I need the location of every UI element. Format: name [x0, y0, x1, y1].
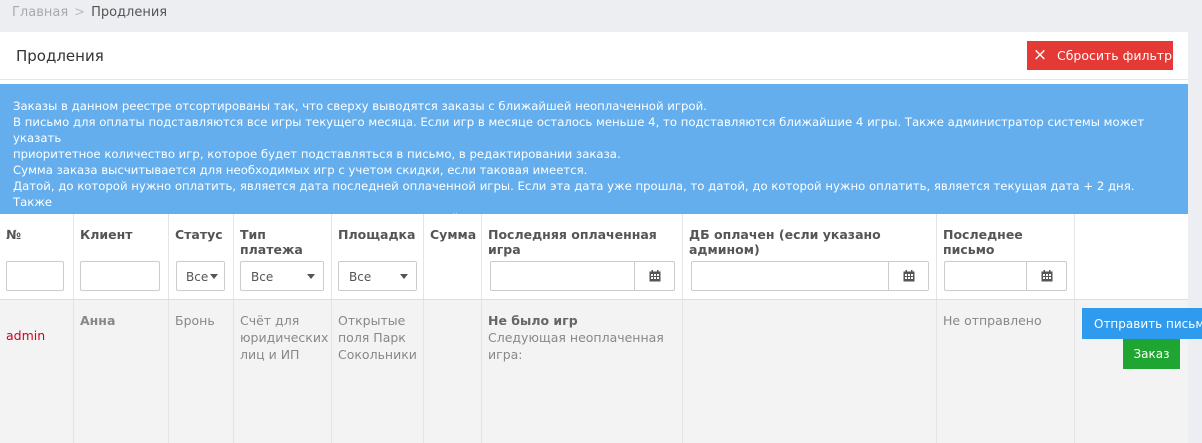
filter-cell-last-paid — [482, 253, 683, 299]
content-card: Продления × Сбросить фильтр Заказы в дан… — [0, 32, 1188, 443]
cell-sum — [424, 300, 482, 443]
info-panel: Заказы в данном реестре отсортированы та… — [0, 84, 1188, 225]
close-icon: × — [1032, 45, 1048, 65]
filter-cell-actions — [1075, 253, 1188, 299]
client-filter-input[interactable] — [80, 261, 160, 291]
info-line: приоритетное количество игр, которое буд… — [13, 147, 621, 161]
cell-last-letter: Не отправлено — [937, 300, 1075, 443]
filter-cell-db-paid — [683, 253, 937, 299]
card-header: Продления × Сбросить фильтр — [0, 32, 1188, 80]
db-paid-date-input[interactable] — [691, 261, 929, 291]
num-filter-input[interactable] — [6, 261, 64, 291]
header-last-letter[interactable]: Последнее письмо — [937, 214, 1075, 257]
header-actions — [1075, 214, 1188, 253]
caret-down-icon — [400, 274, 408, 279]
header-db-paid[interactable]: ДБ оплачен (если указано админом) — [683, 214, 937, 257]
breadcrumb: Главная > Продления — [12, 5, 167, 20]
breadcrumb-current: Продления — [91, 5, 168, 20]
breadcrumb-home-link[interactable]: Главная — [12, 5, 68, 20]
payment-type-line: Счёт для — [240, 313, 300, 328]
last-paid-line: Следующая неоплаченная — [488, 330, 664, 345]
info-line: Сумма заказа высчитывается для необходим… — [13, 163, 588, 177]
reset-filter-label: Сбросить фильтр — [1057, 48, 1173, 63]
table-header-row: № Клиент Статус Тип платежа Площадка Сум… — [0, 214, 1188, 257]
calendar-icon[interactable] — [1026, 262, 1066, 290]
status-filter-value: Все — [186, 270, 209, 284]
cell-client: Анна — [74, 300, 169, 443]
filter-cell-payment-type: Все — [234, 253, 332, 299]
payment-type-filter-value: Все — [251, 270, 274, 284]
calendar-icon[interactable] — [634, 262, 674, 290]
filter-cell-num — [0, 253, 74, 299]
status-filter-select[interactable]: Все — [176, 261, 225, 291]
calendar-icon[interactable] — [888, 262, 928, 290]
last-paid-title: Не было игр — [488, 313, 578, 328]
cell-last-paid-game: Не было игр Следующая неоплаченная игра: — [482, 300, 683, 443]
table-row[interactable]: admin Анна Бронь Счёт для юридических ли… — [0, 300, 1188, 443]
last-paid-date-input[interactable] — [490, 261, 675, 291]
header-num[interactable]: № — [0, 214, 74, 253]
cell-payment-type: Счёт для юридических лиц и ИП — [234, 300, 332, 443]
admin-link[interactable]: admin — [6, 327, 45, 344]
info-line: Заказы в данном реестре отсортированы та… — [13, 99, 707, 113]
caret-down-icon — [210, 274, 218, 279]
header-client[interactable]: Клиент — [74, 214, 169, 253]
reset-filter-button[interactable]: × Сбросить фильтр — [1027, 41, 1173, 70]
payment-type-line: лиц и ИП — [240, 347, 300, 362]
venue-line: поля Парк — [338, 330, 406, 345]
filter-row: Все Все Все — [0, 253, 1188, 300]
filter-cell-last-letter — [937, 253, 1075, 299]
header-last-paid-game[interactable]: Последняя оплаченная игра — [482, 214, 683, 257]
filter-cell-client — [74, 253, 169, 299]
venue-line: Открытые — [338, 313, 406, 328]
caret-down-icon — [307, 274, 315, 279]
payment-type-line: юридических — [240, 330, 329, 345]
venue-filter-select[interactable]: Все — [338, 261, 417, 291]
page-title: Продления — [16, 47, 104, 65]
order-button[interactable]: Заказ — [1123, 339, 1180, 369]
send-letter-button[interactable]: Отправить письмо — [1082, 308, 1202, 339]
header-venue[interactable]: Площадка — [332, 214, 424, 253]
venue-line: Сокольники — [338, 347, 417, 362]
breadcrumb-separator: > — [74, 5, 86, 20]
filter-cell-sum — [424, 253, 482, 299]
last-letter-date-input[interactable] — [944, 261, 1067, 291]
payment-type-filter-select[interactable]: Все — [240, 261, 324, 291]
last-paid-line: игра: — [488, 347, 523, 362]
cell-num: admin — [0, 300, 74, 443]
info-line: В письмо для оплаты подставляются все иг… — [13, 115, 1145, 145]
cell-db-paid — [683, 300, 937, 443]
filter-cell-venue: Все — [332, 253, 424, 299]
cell-venue: Открытые поля Парк Сокольники — [332, 300, 424, 443]
header-payment-type[interactable]: Тип платежа — [234, 214, 332, 257]
cell-status: Бронь — [169, 300, 234, 443]
filter-cell-status: Все — [169, 253, 234, 299]
header-status[interactable]: Статус — [169, 214, 234, 253]
info-line: Датой, до которой нужно оплатить, являет… — [13, 179, 1135, 209]
venue-filter-value: Все — [349, 270, 372, 284]
header-sum[interactable]: Сумма — [424, 214, 482, 253]
